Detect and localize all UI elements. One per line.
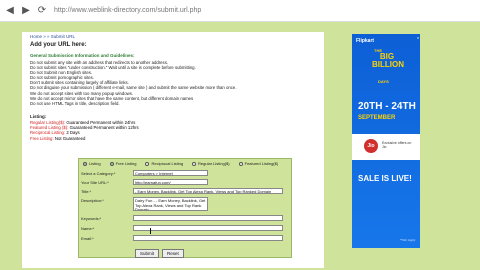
ad-month-text: SEPTEMBER (358, 115, 396, 121)
guidelines-heading: General Submission Information and Guide… (30, 53, 135, 58)
page-body: Home » » Submit URL Add your URL here: G… (0, 22, 480, 270)
advertisement-banner[interactable]: x Flipkart THE BIG BILLION DAYS 20TH - 2… (352, 34, 420, 248)
submit-button[interactable]: Submit (135, 249, 160, 258)
back-icon[interactable]: ◀ (4, 5, 16, 17)
radio-dot[interactable] (109, 161, 114, 166)
form-buttons: Submit Reset (135, 249, 184, 258)
ad-jio-text: Exclusive offers on Jio (382, 141, 412, 149)
name-input[interactable] (133, 225, 283, 231)
forward-icon[interactable]: ▶ (20, 5, 32, 17)
keywords-input[interactable] (133, 215, 283, 221)
jio-logo-icon: Jio (364, 139, 378, 153)
breadcrumb[interactable]: Home » » Submit URL (30, 34, 75, 39)
address-text[interactable]: http://www.weblink-directory.com/submit.… (54, 7, 201, 14)
guideline-item: Do not use HTML Tags in title, descripti… (30, 100, 120, 106)
description-label: Description:* (81, 198, 104, 203)
ad-close-icon[interactable]: x (417, 35, 419, 40)
ad-footnote: *T&C Apply (400, 238, 416, 242)
radio-dot[interactable] (145, 161, 150, 166)
page-title: Add your URL here: (30, 42, 87, 48)
reset-button[interactable]: Reset (162, 249, 184, 258)
listing-label: Free Listing: (30, 135, 55, 141)
radio-label: Listing (89, 161, 101, 166)
name-row: Name:* (81, 225, 283, 231)
ad-brand-logo: Flipkart (356, 38, 375, 44)
title-input[interactable]: - Earn Money, Backlink, Get Top Alexa Ra… (133, 188, 283, 194)
ad-sale-text: SALE IS LIVE! (358, 174, 412, 183)
submit-form: Listing Free Listing Reciprocal Listing … (78, 158, 292, 258)
radio-featured-listing[interactable]: Featured Listing($) (238, 161, 279, 166)
reload-icon[interactable]: ⟳ (36, 5, 48, 17)
url-row: Your Site URL:* http://earnafun.com/ (81, 179, 208, 185)
ad-dates-text: 20TH - 24TH (358, 101, 416, 112)
listing-radio-group: Listing Free Listing Reciprocal Listing … (83, 161, 278, 166)
ad-days-text: DAYS (378, 79, 389, 84)
category-select[interactable]: Computers > Internet (133, 170, 208, 176)
radio-label: Free Listing (115, 161, 137, 166)
radio-reciprocal-listing[interactable]: Reciprocal Listing (145, 161, 183, 166)
ad-big-billion-text: BIG BILLION (372, 52, 404, 69)
url-label: Your Site URL:* (81, 180, 109, 185)
radio-listing[interactable]: Listing (83, 161, 101, 166)
listing-text: Not Guaranteed (54, 135, 86, 141)
radio-label: Featured Listing($) (244, 161, 279, 166)
email-input[interactable] (133, 235, 283, 241)
browser-window: ◀ ▶ ⟳ http://www.weblink-directory.com/s… (0, 0, 480, 270)
guidelines-list: Do not submit any site with an address t… (30, 60, 320, 106)
title-label: Title:* (81, 189, 92, 194)
listing-heading: Listing: (30, 114, 47, 119)
radio-dot[interactable] (238, 161, 243, 166)
category-label: Select a Category:* (81, 171, 116, 176)
radio-free-listing[interactable]: Free Listing (109, 161, 137, 166)
title-row: Title:* - Earn Money, Backlink, Get Top … (81, 188, 283, 194)
description-textarea[interactable]: Dairy Fun - - Earn Money, Backlink, Get … (133, 197, 208, 211)
category-row: Select a Category:* Computers > Internet (81, 170, 208, 176)
keywords-label: Keywords:* (81, 216, 102, 221)
listing-types: Regular Listing($): Guaranteed Permanent… (30, 120, 139, 141)
description-row: Description:* Dairy Fun - - Earn Money, … (81, 197, 208, 211)
listing-item: Free Listing: Not Guaranteed (30, 136, 139, 141)
name-label: Name:* (81, 226, 95, 231)
url-input[interactable]: http://earnafun.com/ (133, 179, 208, 185)
radio-dot[interactable] (83, 161, 87, 166)
radio-label: Regular Listing($) (198, 161, 230, 166)
keywords-row: Keywords:* (81, 215, 283, 221)
radio-dot[interactable] (192, 161, 197, 166)
radio-label: Reciprocal Listing (151, 161, 184, 166)
email-row: Email:* (81, 235, 283, 241)
listing-text: Guaranteed Permanent within 12hrs (69, 125, 139, 131)
radio-regular-listing[interactable]: Regular Listing($) (192, 161, 230, 166)
address-bar[interactable]: ◀ ▶ ⟳ http://www.weblink-directory.com/s… (0, 0, 480, 22)
main-content: Home » » Submit URL Add your URL here: G… (22, 32, 324, 268)
text-cursor-icon (150, 228, 153, 234)
email-label: Email:* (81, 236, 94, 241)
